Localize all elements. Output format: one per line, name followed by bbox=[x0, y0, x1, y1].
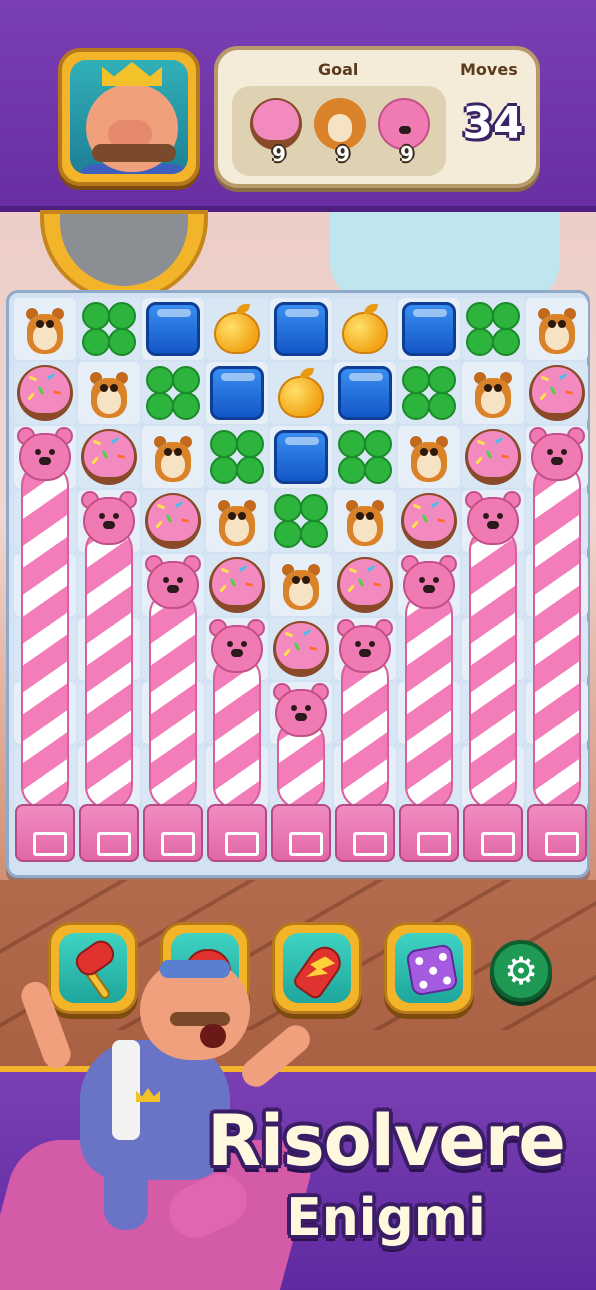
bear-tile bbox=[337, 619, 393, 675]
chipmunk-tile bbox=[530, 302, 584, 356]
bear-tile bbox=[17, 427, 73, 483]
pole-base bbox=[207, 804, 267, 862]
donut-tile bbox=[529, 365, 585, 421]
candy-pole bbox=[341, 654, 389, 810]
character-leg bbox=[104, 1150, 148, 1230]
candy-pole bbox=[149, 590, 197, 810]
clover-tile bbox=[210, 430, 264, 484]
goal-count: 9 bbox=[272, 142, 286, 166]
goal-item-donut: 9 bbox=[246, 94, 306, 172]
chipmunk-tile bbox=[338, 494, 392, 548]
character-mustache bbox=[170, 1012, 230, 1026]
chipmunk-tile bbox=[82, 366, 136, 420]
golden-apple-tile bbox=[274, 366, 328, 420]
clover-tile bbox=[466, 302, 520, 356]
character-mouth bbox=[200, 1024, 226, 1048]
donut-tile bbox=[401, 493, 457, 549]
player-avatar[interactable] bbox=[58, 48, 200, 186]
chipmunk-tile bbox=[146, 430, 200, 484]
dice-icon bbox=[405, 943, 459, 997]
goal-label: Goal bbox=[318, 60, 359, 79]
hammer-head bbox=[71, 935, 119, 981]
clover-tile bbox=[402, 366, 456, 420]
donut-tile bbox=[337, 557, 393, 613]
chipmunk-tile bbox=[402, 430, 456, 484]
clover-tile bbox=[146, 366, 200, 420]
bear-tile bbox=[81, 491, 137, 547]
goal-item-chipmunk: 9 bbox=[310, 94, 370, 172]
chipmunk-tile bbox=[18, 302, 72, 356]
promo-subtitle: Enigmi bbox=[286, 1188, 486, 1248]
goal-list: 9 9 9 bbox=[232, 86, 446, 176]
donut-tile bbox=[145, 493, 201, 549]
clover-tile bbox=[82, 302, 136, 356]
goal-item-bear: 9 bbox=[374, 94, 434, 172]
goal-panel: Goal Moves 9 9 9 34 bbox=[214, 46, 540, 188]
bear-tile bbox=[209, 619, 265, 675]
pole-base bbox=[15, 804, 75, 862]
moves-label: Moves bbox=[460, 60, 518, 79]
crown-icon bbox=[102, 62, 162, 86]
candy-pole bbox=[85, 526, 133, 810]
top-hud: Goal Moves 9 9 9 34 bbox=[0, 0, 596, 212]
hammer-booster[interactable] bbox=[48, 922, 138, 1014]
bear-tile bbox=[401, 555, 457, 611]
pole-base bbox=[143, 804, 203, 862]
candy-pole bbox=[21, 462, 69, 810]
character-towel bbox=[112, 1040, 140, 1140]
blue-block-tile bbox=[146, 302, 200, 356]
donut-tile bbox=[209, 557, 265, 613]
king-pig-mustache bbox=[92, 144, 176, 162]
blue-block-tile bbox=[338, 366, 392, 420]
candy-pole bbox=[213, 654, 261, 810]
candy-pole bbox=[533, 462, 581, 810]
clover-tile bbox=[338, 430, 392, 484]
chipmunk-tile bbox=[210, 494, 264, 548]
donut-tile bbox=[273, 621, 329, 677]
settings-button[interactable]: ⚙ bbox=[490, 940, 552, 1002]
game-board bbox=[6, 290, 590, 878]
pole-base bbox=[399, 804, 459, 862]
pole-base bbox=[271, 804, 331, 862]
blue-block-tile bbox=[274, 302, 328, 356]
blue-block-tile bbox=[402, 302, 456, 356]
pole-base bbox=[527, 804, 587, 862]
bear-tile bbox=[529, 427, 585, 483]
pole-base bbox=[79, 804, 139, 862]
wall-mirror bbox=[40, 210, 208, 302]
blue-block-tile bbox=[210, 366, 264, 420]
donut-tile bbox=[17, 365, 73, 421]
chipmunk-tile bbox=[274, 558, 328, 612]
pole-base bbox=[335, 804, 395, 862]
gear-icon: ⚙ bbox=[503, 949, 539, 993]
bear-tile bbox=[465, 491, 521, 547]
candy-pole bbox=[405, 590, 453, 810]
chipmunk-tile bbox=[466, 366, 520, 420]
promo-title: Risolvere bbox=[207, 1100, 566, 1182]
moves-counter: 34 bbox=[462, 98, 524, 149]
golden-apple-tile bbox=[210, 302, 264, 356]
rocket-booster[interactable] bbox=[272, 922, 362, 1014]
bear-tile bbox=[145, 555, 201, 611]
avatar-portrait bbox=[70, 60, 188, 174]
golden-apple-tile bbox=[338, 302, 392, 356]
clover-tile bbox=[274, 494, 328, 548]
blue-block-tile bbox=[274, 430, 328, 484]
window-arch bbox=[330, 212, 560, 302]
goal-count: 9 bbox=[336, 142, 350, 166]
donut-tile bbox=[465, 429, 521, 485]
character-headband bbox=[160, 960, 230, 978]
donut-tile bbox=[81, 429, 137, 485]
pole-base bbox=[463, 804, 523, 862]
bear-tile bbox=[273, 683, 329, 739]
candy-pole bbox=[469, 526, 517, 810]
goal-count: 9 bbox=[400, 142, 414, 166]
dice-booster[interactable] bbox=[384, 922, 474, 1014]
